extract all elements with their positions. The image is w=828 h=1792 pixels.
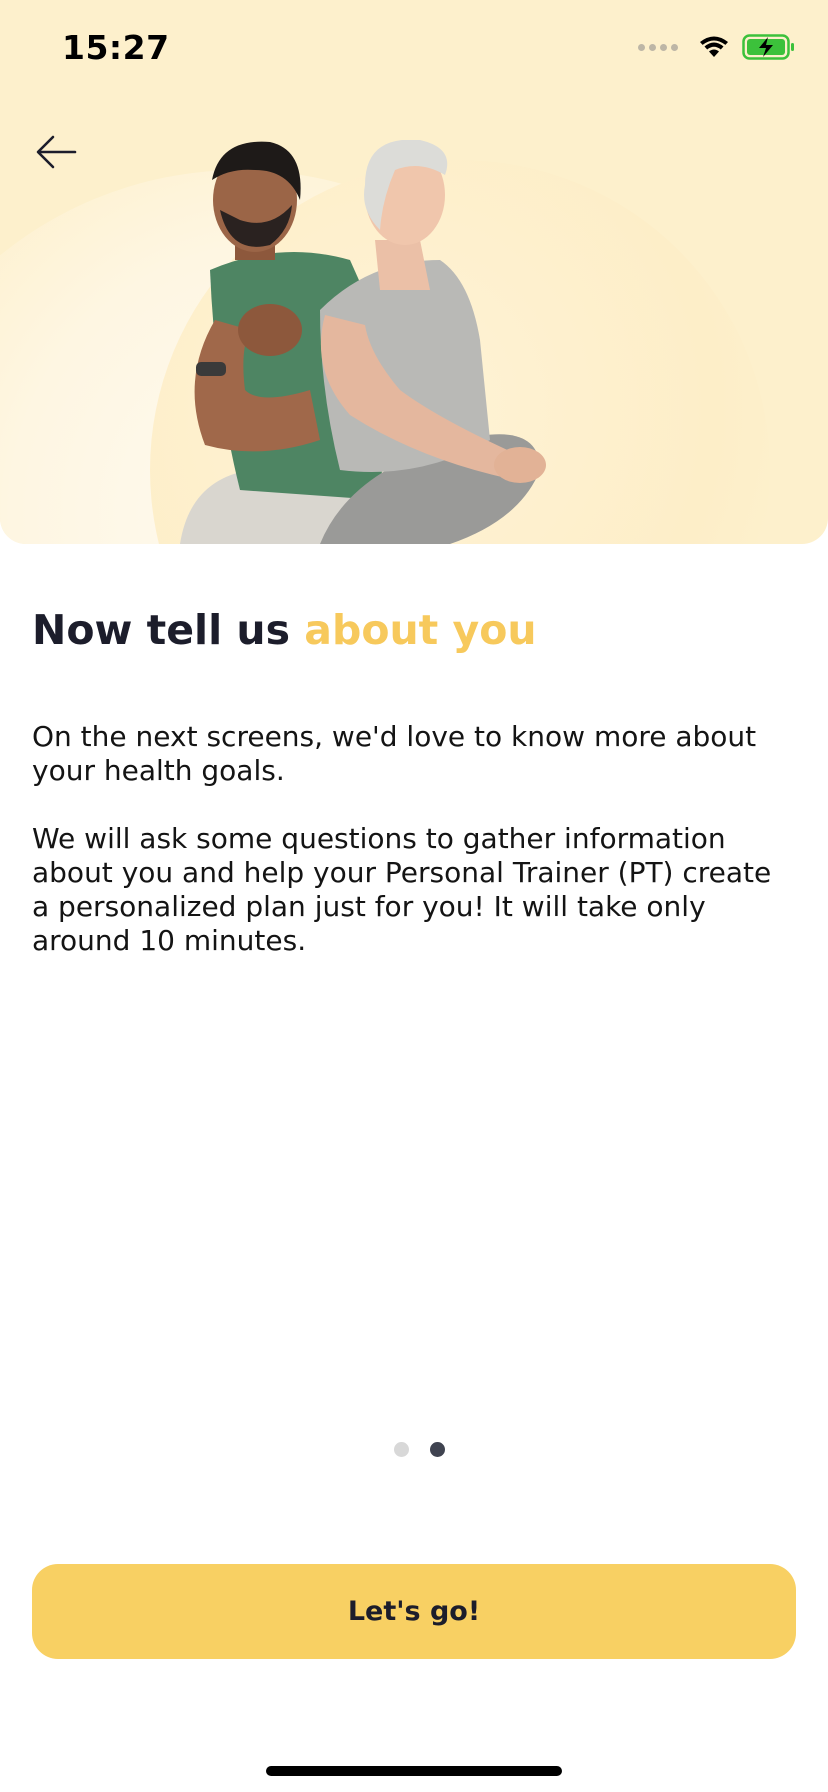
hero-banner: 15:27 <box>0 0 828 544</box>
page-title: Now tell us about you <box>32 606 537 654</box>
page-indicator <box>0 1442 828 1457</box>
home-indicator[interactable] <box>266 1766 562 1776</box>
status-icons <box>638 34 796 60</box>
title-main: Now tell us <box>32 606 305 654</box>
arrow-left-icon <box>36 135 77 169</box>
back-button[interactable] <box>32 128 80 176</box>
page-dot-2-active[interactable] <box>429 1442 445 1457</box>
status-time: 15:27 <box>62 28 170 67</box>
wifi-icon <box>700 36 728 57</box>
two-people-exercising-image <box>180 140 546 544</box>
lets-go-button[interactable]: Let's go! <box>32 1564 796 1659</box>
details-paragraph: We will ask some questions to gather inf… <box>32 822 772 957</box>
signal-icon <box>638 43 678 51</box>
onboarding-screen: 15:27 Now tell us about you On the next … <box>0 0 828 1792</box>
intro-paragraph: On the next screens, we'd love to know m… <box>32 720 757 787</box>
battery-charging-icon <box>742 34 794 60</box>
page-dot-1[interactable] <box>393 1442 409 1457</box>
title-accent: about you <box>304 606 537 654</box>
